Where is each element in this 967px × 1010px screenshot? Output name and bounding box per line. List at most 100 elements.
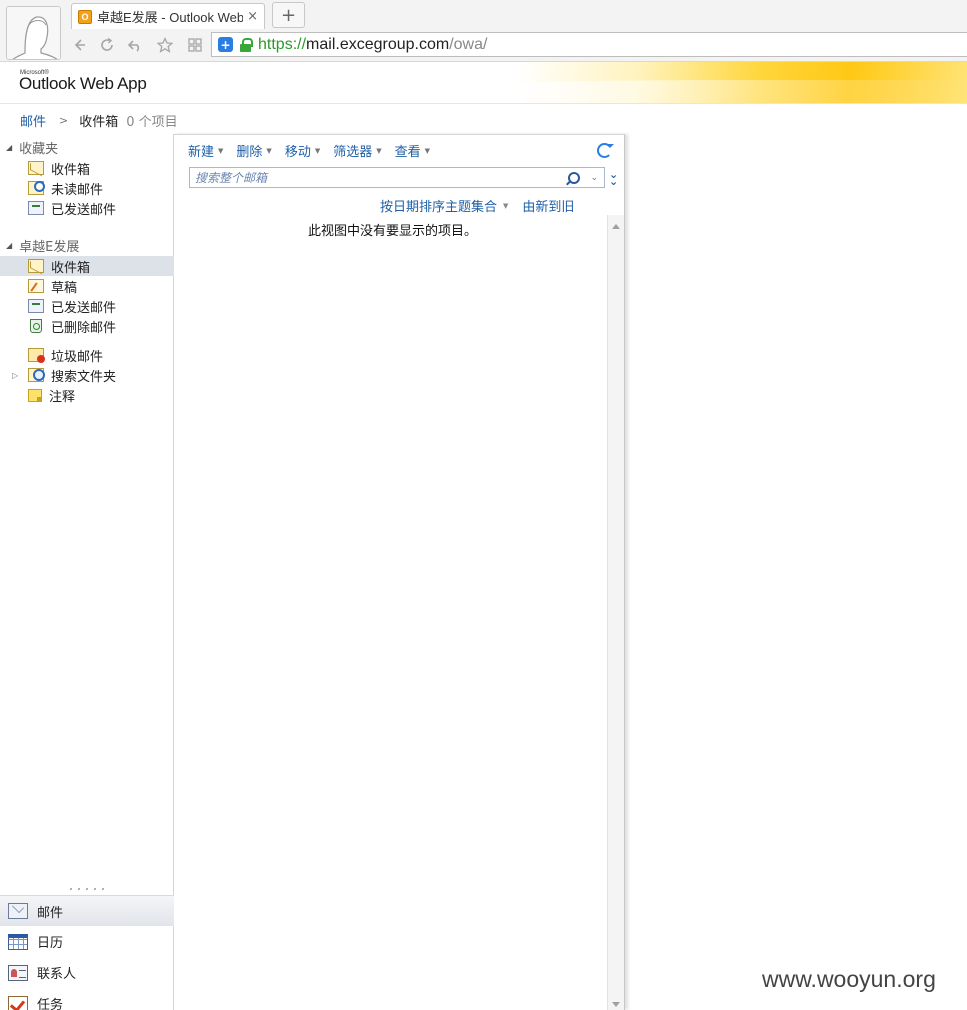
sent-icon	[28, 299, 44, 313]
move-button[interactable]: 移动 ▼	[285, 141, 320, 160]
pane-resize-handle[interactable]	[70, 888, 104, 892]
breadcrumb-current-folder: 收件箱	[79, 115, 119, 130]
folder-label: 已发送邮件	[51, 300, 117, 316]
tab-close-icon[interactable]: ×	[247, 9, 258, 24]
message-list-panel: 新建▼ 删除▼ 移动▼ 筛选器▼ 查看▼ ⌄ ⌄⌄ 按日期排序主题集合▼ 由新到…	[174, 134, 625, 1010]
module-calendar[interactable]: 日历	[0, 926, 174, 957]
folder-label: 已发送邮件	[51, 202, 117, 218]
undo-icon[interactable]	[124, 34, 146, 56]
address-bar[interactable]: + https://mail.excegroup.com/owa/	[211, 32, 967, 57]
url-scheme: https://	[258, 35, 307, 53]
browser-chrome: O 卓越E发展 - Outlook Web App × + + https://…	[0, 0, 967, 62]
sort-order-button[interactable]: 由新到旧	[522, 196, 574, 215]
folder-item-junk[interactable]: 垃圾邮件	[0, 345, 174, 365]
mailbox-title: 卓越E发展	[19, 239, 80, 255]
folder-item-search-folders[interactable]: ▷ 搜索文件夹	[0, 365, 174, 385]
folder-item-drafts[interactable]: 草稿	[0, 276, 174, 296]
back-icon[interactable]	[68, 34, 90, 56]
search-icon[interactable]	[568, 171, 581, 184]
delete-button-label: 删除	[236, 145, 263, 160]
favorite-item-unread[interactable]: 未读邮件	[0, 178, 174, 198]
reload-icon[interactable]	[96, 34, 118, 56]
new-tab-button[interactable]: +	[272, 2, 305, 28]
search-input[interactable]	[190, 168, 569, 187]
module-mail[interactable]: 邮件	[0, 895, 174, 926]
new-button[interactable]: 新建 ▼	[188, 141, 223, 160]
sent-icon	[28, 201, 44, 215]
module-contacts[interactable]: 联系人	[0, 957, 174, 988]
folder-item-notes[interactable]: 注释	[0, 385, 174, 405]
deleted-icon	[30, 319, 42, 333]
favorite-star-icon[interactable]	[154, 34, 176, 56]
notes-icon	[28, 388, 42, 402]
search-folder-icon	[28, 368, 45, 382]
folder-label: 搜索文件夹	[51, 369, 117, 385]
view-button[interactable]: 查看 ▼	[395, 141, 430, 160]
expand-triangle-icon[interactable]: ▷	[12, 371, 18, 380]
list-toolbar: 新建 ▼ 删除 ▼ 移动 ▼ 筛选器 ▼ 查看 ▼	[188, 141, 443, 160]
ssl-lock-icon	[240, 37, 253, 52]
module-tasks[interactable]: 任务	[0, 988, 174, 1010]
junk-icon	[28, 348, 45, 363]
scroll-down-arrow-icon[interactable]	[612, 1002, 620, 1010]
tab-title: 卓越E发展 - Outlook Web App	[97, 10, 244, 25]
drafts-icon	[28, 279, 44, 293]
folder-label: 未读邮件	[51, 182, 104, 198]
url-path: /owa/	[449, 35, 488, 53]
app-title: Outlook Web App	[19, 74, 147, 93]
url-text[interactable]: https://mail.excegroup.com/owa/	[258, 36, 487, 54]
delete-button[interactable]: 删除 ▼	[236, 141, 271, 160]
chevron-down-icon: ▼	[218, 146, 224, 155]
breadcrumb: 邮件 > 收件箱 0 个项目	[20, 111, 178, 130]
chevron-down-icon: ▼	[424, 146, 431, 155]
tasks-module-icon	[8, 995, 28, 1010]
folder-item-sent[interactable]: 已发送邮件	[0, 296, 174, 316]
mail-module-icon	[8, 903, 28, 919]
refresh-icon[interactable]	[597, 143, 614, 158]
header-decoration	[367, 62, 967, 103]
module-label: 日历	[37, 936, 64, 951]
profile-avatar[interactable]	[6, 6, 61, 60]
owa-header: Microsoft® Outlook Web App	[0, 62, 967, 104]
move-button-label: 移动	[284, 145, 311, 160]
watermark-text: www.wooyun.org	[762, 966, 936, 992]
search-options-chevron-icon[interactable]: ⌄	[590, 173, 598, 183]
module-label: 邮件	[37, 905, 64, 921]
unread-search-icon	[28, 181, 45, 195]
module-label: 联系人	[37, 967, 77, 982]
breadcrumb-mail-link[interactable]: 邮件	[20, 111, 46, 130]
favorite-item-sent[interactable]: 已发送邮件	[0, 198, 174, 218]
filter-button[interactable]: 筛选器 ▼	[333, 141, 381, 160]
inbox-icon	[28, 161, 44, 175]
folder-label: 已删除邮件	[51, 320, 117, 336]
calendar-module-icon	[8, 933, 28, 950]
view-button-label: 查看	[394, 145, 421, 160]
filter-button-label: 筛选器	[333, 145, 373, 160]
mailbox-header[interactable]: ◢ 卓越E发展	[0, 235, 79, 255]
folder-item-deleted[interactable]: 已删除邮件	[0, 316, 174, 336]
folder-label: 草稿	[51, 280, 78, 296]
sort-by-label: 按日期排序主题集合	[380, 200, 498, 215]
browser-tab-active[interactable]: O 卓越E发展 - Outlook Web App ×	[71, 3, 265, 29]
folder-label: 注释	[49, 389, 76, 405]
chevron-down-icon: ▼	[376, 146, 382, 155]
favorites-header[interactable]: ◢ 收藏夹	[0, 137, 58, 157]
favorites-title: 收藏夹	[19, 141, 59, 157]
folder-item-inbox[interactable]: 收件箱	[0, 256, 174, 276]
collapse-triangle-icon[interactable]: ◢	[6, 143, 12, 152]
apps-grid-icon[interactable]	[184, 34, 206, 56]
item-count: 0 个项目	[126, 115, 178, 130]
collapse-triangle-icon[interactable]: ◢	[6, 241, 12, 250]
list-scrollbar[interactable]	[607, 215, 624, 1010]
avatar-silhouette-icon	[7, 7, 60, 59]
contacts-module-icon	[8, 964, 28, 981]
security-shield-icon[interactable]: +	[218, 37, 233, 52]
expand-search-double-chevron-icon[interactable]: ⌄ ⌄	[609, 169, 618, 187]
scroll-up-arrow-icon[interactable]	[612, 220, 620, 229]
search-box: ⌄	[189, 167, 605, 188]
favorite-item-inbox[interactable]: 收件箱	[0, 158, 174, 178]
folder-label: 收件箱	[51, 162, 91, 178]
sort-by-button[interactable]: 按日期排序主题集合 ▼	[380, 196, 508, 215]
folder-label: 垃圾邮件	[51, 349, 104, 365]
chevron-down-icon: ▼	[503, 201, 509, 210]
